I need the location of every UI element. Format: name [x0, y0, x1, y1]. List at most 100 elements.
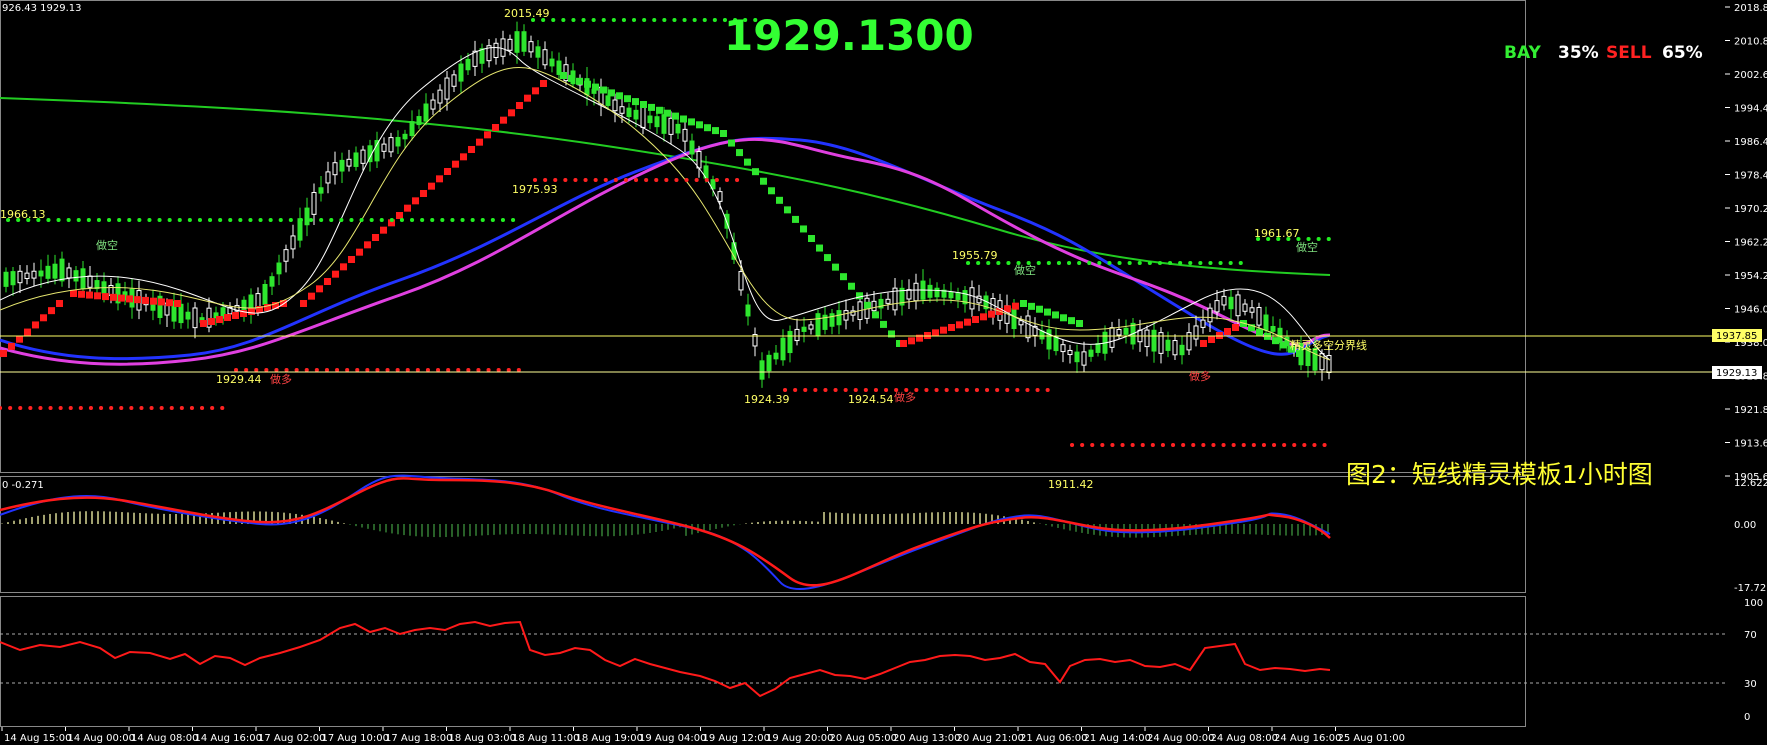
trend-block [380, 226, 387, 234]
time-tick-label: 14 Aug 15:00 [4, 733, 71, 744]
trend-block [348, 256, 355, 263]
trend-block [1232, 324, 1239, 331]
trend-block [752, 168, 759, 176]
candle-body [542, 49, 548, 66]
candle-body [304, 207, 310, 226]
trend-block [776, 196, 783, 204]
signal-long-2: 做多 [894, 390, 916, 404]
trend-block [848, 282, 855, 290]
trend-block [110, 293, 117, 301]
time-tick-label: 21 Aug 06:00 [1020, 733, 1087, 744]
candle-body [647, 115, 653, 124]
candle-body [780, 337, 786, 361]
trend-block [696, 121, 703, 129]
candle-body [528, 41, 534, 53]
trend-block [840, 273, 847, 281]
candle-body [3, 271, 9, 287]
macd-tick-label: 12.622 [1734, 478, 1767, 489]
trend-block [248, 308, 255, 315]
time-tick-label: 20 Aug 13:00 [893, 733, 960, 744]
candle-body [955, 292, 961, 300]
trend-block [16, 335, 23, 343]
trend-block [340, 263, 347, 271]
candle-body [192, 307, 198, 329]
trend-block [126, 295, 133, 303]
candle-body [444, 77, 450, 100]
trend-block [1076, 320, 1083, 327]
candle-body [339, 159, 345, 172]
trend-block [648, 103, 655, 111]
sell-label: SELL [1606, 43, 1652, 63]
trend-block [880, 320, 887, 328]
label-1929: 1929.44 [216, 373, 262, 386]
trend-block [816, 244, 823, 252]
trend-block [208, 318, 215, 325]
macd-tick-label: -17.723 [1734, 583, 1767, 594]
trend-block [640, 101, 647, 108]
time-tick-label: 24 Aug 00:00 [1147, 733, 1214, 744]
candle-body [73, 270, 79, 282]
trend-block [908, 337, 915, 345]
candle-body [1144, 329, 1150, 348]
trend-block [444, 168, 451, 175]
trend-block [1280, 341, 1287, 349]
time-tick-label: 18 Aug 19:00 [576, 733, 643, 744]
candle-body [626, 107, 632, 118]
candle-body [1214, 300, 1220, 313]
trend-block [1256, 328, 1263, 336]
candle-body [437, 89, 443, 104]
trend-block [0, 350, 7, 357]
price-tick-label: 2010.80 [1734, 37, 1767, 48]
candle-body [815, 313, 821, 337]
candle-body [913, 282, 919, 302]
candle-body [1151, 329, 1157, 352]
candle-body [507, 38, 513, 51]
candle-body [948, 291, 954, 299]
candle-body [402, 133, 408, 140]
candle-body [80, 268, 86, 290]
candle-body [794, 328, 800, 342]
label-1955: 1955.79 [952, 249, 998, 262]
candle-body [290, 235, 296, 250]
trend-block [500, 116, 507, 124]
trend-block [332, 270, 339, 278]
big-price-label: 1929.1300 [724, 11, 974, 60]
candle-body [612, 99, 618, 112]
marker-upper-text: 1937.85 [1716, 331, 1757, 342]
trend-block [800, 225, 807, 233]
candle-body [416, 116, 422, 126]
trend-block [404, 204, 411, 212]
candle-body [689, 140, 695, 155]
price-tick-label: 1921.80 [1734, 405, 1767, 416]
trend-block [712, 127, 719, 135]
candle-body [759, 360, 765, 380]
trend-block [736, 149, 743, 157]
time-tick-label: 19 Aug 20:00 [766, 733, 833, 744]
trend-block [1044, 308, 1051, 316]
divider-label: 精灵多空分界线 [1290, 338, 1367, 352]
candle-body [1053, 336, 1059, 352]
trend-block [428, 182, 435, 190]
candle-body [549, 58, 555, 67]
trend-block [988, 310, 995, 318]
label-1966: 1966.13 [0, 208, 46, 221]
candle-body [1011, 308, 1017, 330]
candle-body [360, 149, 366, 164]
candle-body [633, 109, 639, 120]
trend-block [492, 124, 499, 131]
trend-block [452, 160, 459, 168]
trend-block [940, 326, 947, 334]
bay-value: 35% [1558, 43, 1599, 63]
price-tick-label: 2018.80 [1734, 3, 1767, 14]
trend-block [396, 212, 403, 219]
candle-body [1088, 349, 1094, 357]
candle-body [1123, 327, 1129, 335]
trend-block [1224, 328, 1231, 335]
trend-block [688, 118, 695, 126]
trend-block [32, 321, 39, 329]
candle-body [87, 275, 93, 288]
time-tick-label: 17 Aug 18:00 [385, 733, 452, 744]
trend-block [744, 158, 751, 166]
trend-block [308, 292, 315, 300]
trend-block [808, 235, 815, 242]
